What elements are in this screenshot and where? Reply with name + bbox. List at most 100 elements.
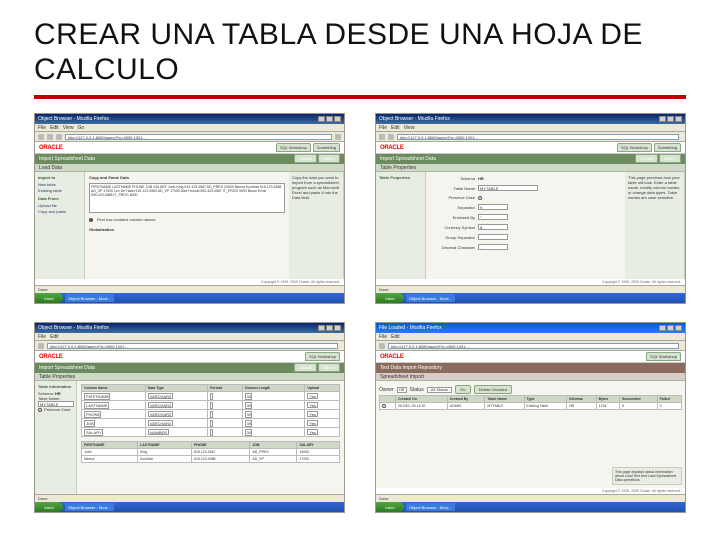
start-button[interactable]: Inicio <box>35 293 63 303</box>
schema-value: HR <box>478 176 484 181</box>
go-icon[interactable] <box>335 134 341 140</box>
address-input[interactable]: http://127.0.0.1:8080/apex/f?p=4500:1001… <box>388 343 679 349</box>
menu-file[interactable]: File <box>379 334 387 340</box>
cancel-button[interactable]: Cancel <box>294 363 316 372</box>
currency-input[interactable]: $ <box>478 224 508 230</box>
upload-select[interactable]: Yes <box>307 420 318 426</box>
oracle-logo: ORACLE <box>39 145 63 151</box>
group-input[interactable]: , <box>478 234 508 240</box>
taskbar-item[interactable]: Object Browser - Mozi... <box>65 503 114 511</box>
menu-view[interactable]: View <box>63 125 74 131</box>
go-button[interactable]: Go <box>455 385 470 394</box>
upload-select[interactable]: Yes <box>307 393 318 399</box>
app-title: Import Spreadsheet Data <box>39 365 95 371</box>
colname-input[interactable]: FIRSTNAME <box>84 393 110 400</box>
status-select[interactable]: - All Status - <box>427 387 453 393</box>
upload-select[interactable]: Yes <box>307 429 318 435</box>
datatype-select[interactable]: VARCHAR2 <box>148 420 174 426</box>
close-button[interactable] <box>675 325 682 331</box>
side-item-paste[interactable]: Copy and paste <box>38 209 81 214</box>
row-checkbox[interactable] <box>382 404 386 408</box>
reload-icon[interactable] <box>56 134 62 140</box>
cancel-button[interactable]: Cancel <box>635 154 657 163</box>
minimize-button[interactable] <box>659 325 666 331</box>
owner-select[interactable]: HR <box>397 387 407 393</box>
length-input[interactable]: 30 <box>245 393 252 400</box>
back-icon[interactable] <box>379 343 385 349</box>
side-item-existing[interactable]: Existing table <box>38 188 81 193</box>
colname-input[interactable]: PHONE <box>84 411 101 418</box>
taskbar-item[interactable]: Object Browser - Mozi... <box>65 294 114 302</box>
close-button[interactable] <box>334 325 341 331</box>
cancel-button[interactable]: Cancel <box>294 154 316 163</box>
back-icon[interactable] <box>38 134 44 140</box>
start-button[interactable]: Inicio <box>376 293 404 303</box>
length-input[interactable]: 30 <box>245 402 252 409</box>
back-icon[interactable] <box>379 134 385 140</box>
back-icon[interactable] <box>38 343 44 349</box>
close-button[interactable] <box>334 116 341 122</box>
address-input[interactable]: http://127.0.0.1:8080/apex/f?p=4500:1001… <box>65 134 332 140</box>
format-input[interactable] <box>210 393 213 400</box>
colname-input[interactable]: JOB <box>84 420 95 427</box>
datatype-select[interactable]: VARCHAR2 <box>148 402 174 408</box>
menu-edit[interactable]: Edit <box>50 334 59 340</box>
menu-file[interactable]: File <box>38 334 46 340</box>
upload-select[interactable]: Yes <box>307 411 318 417</box>
tablename-input[interactable]: MYTABLE <box>478 185 538 191</box>
fwd-icon[interactable] <box>388 134 394 140</box>
preserve-checkbox[interactable] <box>478 196 482 200</box>
menu-edit[interactable]: Edit <box>391 125 400 131</box>
minimize-button[interactable] <box>659 116 666 122</box>
start-button[interactable]: Inicio <box>35 502 63 512</box>
menu-edit[interactable]: Edit <box>50 125 59 131</box>
minimize-button[interactable] <box>318 325 325 331</box>
tab-other[interactable]: Something <box>654 143 681 152</box>
tab-other[interactable]: Something <box>313 143 340 152</box>
maximize-button[interactable] <box>326 116 333 122</box>
next-button[interactable]: Next > <box>318 363 340 372</box>
colname-input[interactable]: SALARY <box>84 429 103 436</box>
taskbar-item[interactable]: Object Browser - Mozi... <box>406 503 455 511</box>
screenshots-grid: Object Browser - Mozilla Firefox File Ed… <box>34 113 686 513</box>
address-input[interactable]: http://127.0.0.1:8080/apex/f?p=4500:1001… <box>397 134 679 140</box>
side-item-upload[interactable]: Upload file <box>38 203 81 208</box>
maximize-button[interactable] <box>667 325 674 331</box>
upload-select[interactable]: Yes <box>307 402 318 408</box>
datatype-select[interactable]: VARCHAR2 <box>148 411 174 417</box>
decimal-input[interactable]: . <box>478 244 508 250</box>
length-input[interactable]: 30 <box>245 420 252 427</box>
length-input[interactable]: 30 <box>245 429 252 436</box>
taskbar-item[interactable]: Object Browser - Mozi... <box>406 294 455 302</box>
length-input[interactable]: 30 <box>245 411 252 418</box>
address-input[interactable]: http://127.0.0.1:8080/apex/f?p=4500:1001… <box>47 343 338 349</box>
delete-checked-button[interactable]: Delete Checked <box>474 385 512 394</box>
menu-go[interactable]: Go <box>77 125 84 131</box>
menu-file[interactable]: File <box>379 125 387 131</box>
minimize-button[interactable] <box>318 116 325 122</box>
preserve-checkbox[interactable] <box>38 408 42 412</box>
maximize-button[interactable] <box>667 116 674 122</box>
enclosed-input[interactable]: " <box>478 214 508 220</box>
menu-edit[interactable]: Edit <box>391 334 400 340</box>
menu-view[interactable]: View <box>404 125 415 131</box>
maximize-button[interactable] <box>326 325 333 331</box>
next-button[interactable]: Next > <box>659 154 681 163</box>
colname-input[interactable]: LASTNAME <box>84 402 109 409</box>
tab-sqlworkshop[interactable]: SQL Workshop <box>305 352 340 361</box>
menu-file[interactable]: File <box>38 125 46 131</box>
close-button[interactable] <box>675 116 682 122</box>
fwd-icon[interactable] <box>47 134 53 140</box>
datatype-select[interactable]: NUMBER <box>148 429 169 435</box>
window-title-text: Object Browser - Mozilla Firefox <box>38 325 109 331</box>
paste-textarea[interactable]: FIRSTNAME LASTNAME PHONE JOB SALARY John… <box>89 183 285 213</box>
datatype-select[interactable]: VARCHAR2 <box>148 393 174 399</box>
next-button[interactable]: Next > <box>318 154 340 163</box>
tab-sqlworkshop[interactable]: SQL Workshop <box>646 352 681 361</box>
side-item-newtable[interactable]: New table <box>38 182 81 187</box>
start-button[interactable]: Inicio <box>376 502 404 512</box>
sep-input[interactable]: \t <box>478 204 508 210</box>
tab-sqlworkshop[interactable]: SQL Workshop <box>276 143 311 152</box>
firstrow-checkbox[interactable] <box>89 218 93 222</box>
tab-sqlworkshop[interactable]: SQL Workshop <box>617 143 652 152</box>
